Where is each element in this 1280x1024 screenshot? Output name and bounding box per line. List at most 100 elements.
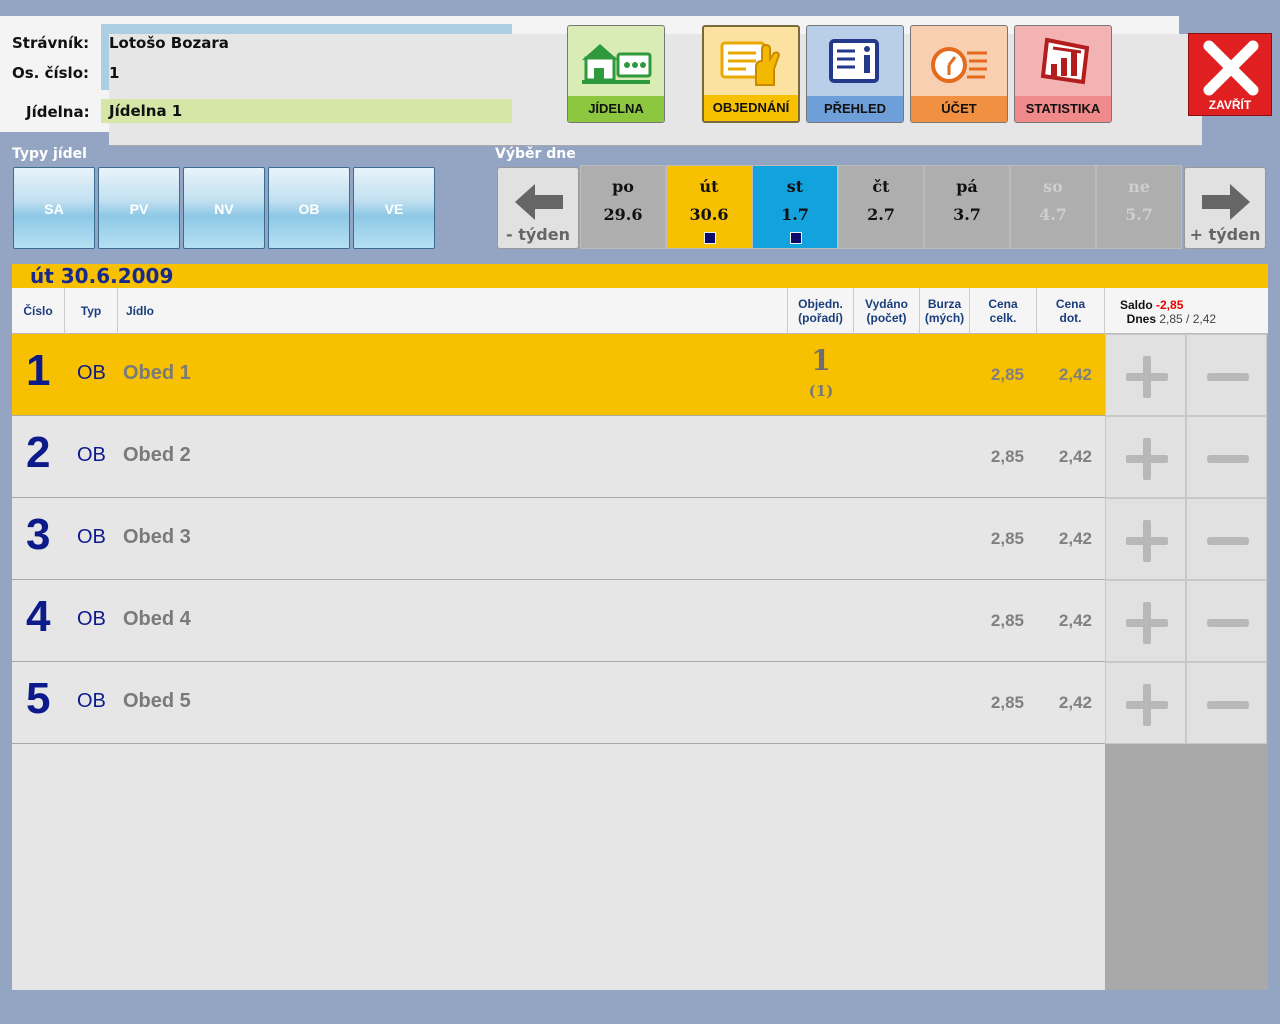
objednani-button[interactable]: OBJEDNÁNÍ [702,25,800,123]
plus-icon [1126,602,1168,644]
arrow-left-icon [515,184,563,220]
meal-row-4[interactable]: 4 OB Obed 4 2,85 2,42 [12,580,1105,662]
remove-button-3[interactable] [1186,498,1267,580]
canteen-icon [568,26,664,98]
prehled-button[interactable]: PŘEHLED [806,25,904,123]
add-button-5[interactable] [1105,662,1186,744]
order-hand-icon [704,27,798,99]
meal-type: OB [77,362,106,384]
prehled-button-label: PŘEHLED [807,96,903,122]
remove-button-2[interactable] [1186,416,1267,498]
column-header: Číslo Typ Jídlo Objedn. (pořadí) Vydáno … [12,288,1268,334]
meal-row-1[interactable]: 1 OB Obed 1 1 (1) 2,85 2,42 [12,334,1105,416]
day-date: 30.6 [689,205,729,224]
ucet-button-label: ÚČET [911,96,1007,122]
meal-number: 1 [26,346,51,395]
meal-price-total: 2,85 [990,529,1024,548]
meal-price-subsidized: 2,42 [1058,693,1092,712]
day-name: ne [1128,177,1150,196]
type-button-nv[interactable]: NV [183,167,265,249]
meal-name: Obed 1 [123,362,191,384]
day-date: 1.7 [781,205,809,224]
meal-price-subsidized: 2,42 [1058,529,1092,548]
jidelna-label: Jídelna: [26,103,90,121]
next-week-button[interactable]: + týden [1184,167,1266,249]
user-info-box: Lotošo Bozara 1 [101,24,1202,146]
day-button-pa[interactable]: pá 3.7 [924,165,1010,249]
dnes-value: 2,85 / 2,42 [1159,312,1217,326]
minus-icon [1207,537,1249,545]
day-date: 2.7 [867,205,895,224]
selected-date-title: út 30.6.2009 [12,264,1268,288]
remove-button-1[interactable] [1186,334,1267,416]
meal-row-2[interactable]: 2 OB Obed 2 2,85 2,42 [12,416,1105,498]
day-button-so[interactable]: so 4.7 [1010,165,1096,249]
meal-price-total: 2,85 [990,365,1024,384]
prev-week-label: - týden [506,225,570,244]
meal-price-subsidized: 2,42 [1058,365,1092,384]
close-button-label: ZAVŘÍT [1208,98,1252,112]
ucet-button[interactable]: ÚČET [910,25,1008,123]
day-date: 4.7 [1039,205,1067,224]
plus-icon [1126,356,1168,398]
stravnik-label: Strávník: [12,34,90,52]
meal-name: Obed 3 [123,526,191,548]
day-button-po[interactable]: po 29.6 [580,165,666,249]
col-cena-dot: Cena dot. [1037,288,1105,334]
day-button-ct[interactable]: čt 2.7 [838,165,924,249]
add-button-1[interactable] [1105,334,1186,416]
dnes-label: Dnes [1126,312,1157,326]
prev-week-button[interactable]: - týden [497,167,579,249]
type-button-ve[interactable]: VE [353,167,435,249]
meal-type: OB [77,444,106,466]
statistics-chart-icon [1015,26,1111,98]
saldo-panel: Saldo -2,85 Dnes 2,85 / 2,42 [1120,298,1216,326]
add-button-3[interactable] [1105,498,1186,580]
minus-icon [1207,373,1249,381]
next-week-label: + týden [1189,225,1261,244]
col-burza-line1: Burza [927,297,962,311]
remove-button-4[interactable] [1186,580,1267,662]
close-icon [1203,40,1259,96]
os-cislo-label: Os. číslo: [12,64,90,82]
close-button[interactable]: ZAVŘÍT [1188,33,1272,116]
col-cena-celk-line1: Cena [988,297,1018,311]
day-button-ut[interactable]: út 30.6 [666,165,752,249]
day-button-st[interactable]: st 1.7 [752,165,838,249]
day-select-label: Výběr dne [495,146,576,162]
meal-type: OB [77,690,106,712]
order-marker [790,232,802,244]
col-cena-dot-line1: Cena [1055,297,1086,311]
plus-icon [1126,520,1168,562]
meal-price-subsidized: 2,42 [1058,447,1092,466]
day-name: út [699,177,719,196]
jidelna-button[interactable]: JÍDELNA [567,25,665,123]
col-typ: Typ [65,288,118,334]
order-marker [704,232,716,244]
type-button-sa[interactable]: SA [13,167,95,249]
add-button-4[interactable] [1105,580,1186,662]
meal-type: OB [77,526,106,548]
type-button-ob[interactable]: OB [268,167,350,249]
add-button-2[interactable] [1105,416,1186,498]
meal-number: 5 [26,674,51,723]
minus-icon [1207,455,1249,463]
objednani-button-label: OBJEDNÁNÍ [704,95,798,121]
meal-price-subsidized: 2,42 [1058,611,1092,630]
account-gauge-icon [911,26,1007,98]
remove-button-5[interactable] [1186,662,1267,744]
col-burza-line2: (mých) [924,311,965,325]
type-button-pv[interactable]: PV [98,167,180,249]
meal-order-position: (1) [808,382,834,400]
user-header: Strávník: Os. číslo: Jídelna: Lotošo Boz… [0,16,1202,146]
meal-row-5[interactable]: 5 OB Obed 5 2,85 2,42 [12,662,1105,744]
jidelna-button-label: JÍDELNA [568,96,664,122]
col-vydano: Vydáno (počet) [854,288,920,334]
meal-number: 3 [26,510,51,559]
meal-row-3[interactable]: 3 OB Obed 3 2,85 2,42 [12,498,1105,580]
day-button-ne[interactable]: ne 5.7 [1096,165,1182,249]
saldo-label: Saldo [1120,298,1153,312]
statistika-button[interactable]: STATISTIKA [1014,25,1112,123]
meal-price-total: 2,85 [990,447,1024,466]
day-date: 3.7 [953,205,981,224]
